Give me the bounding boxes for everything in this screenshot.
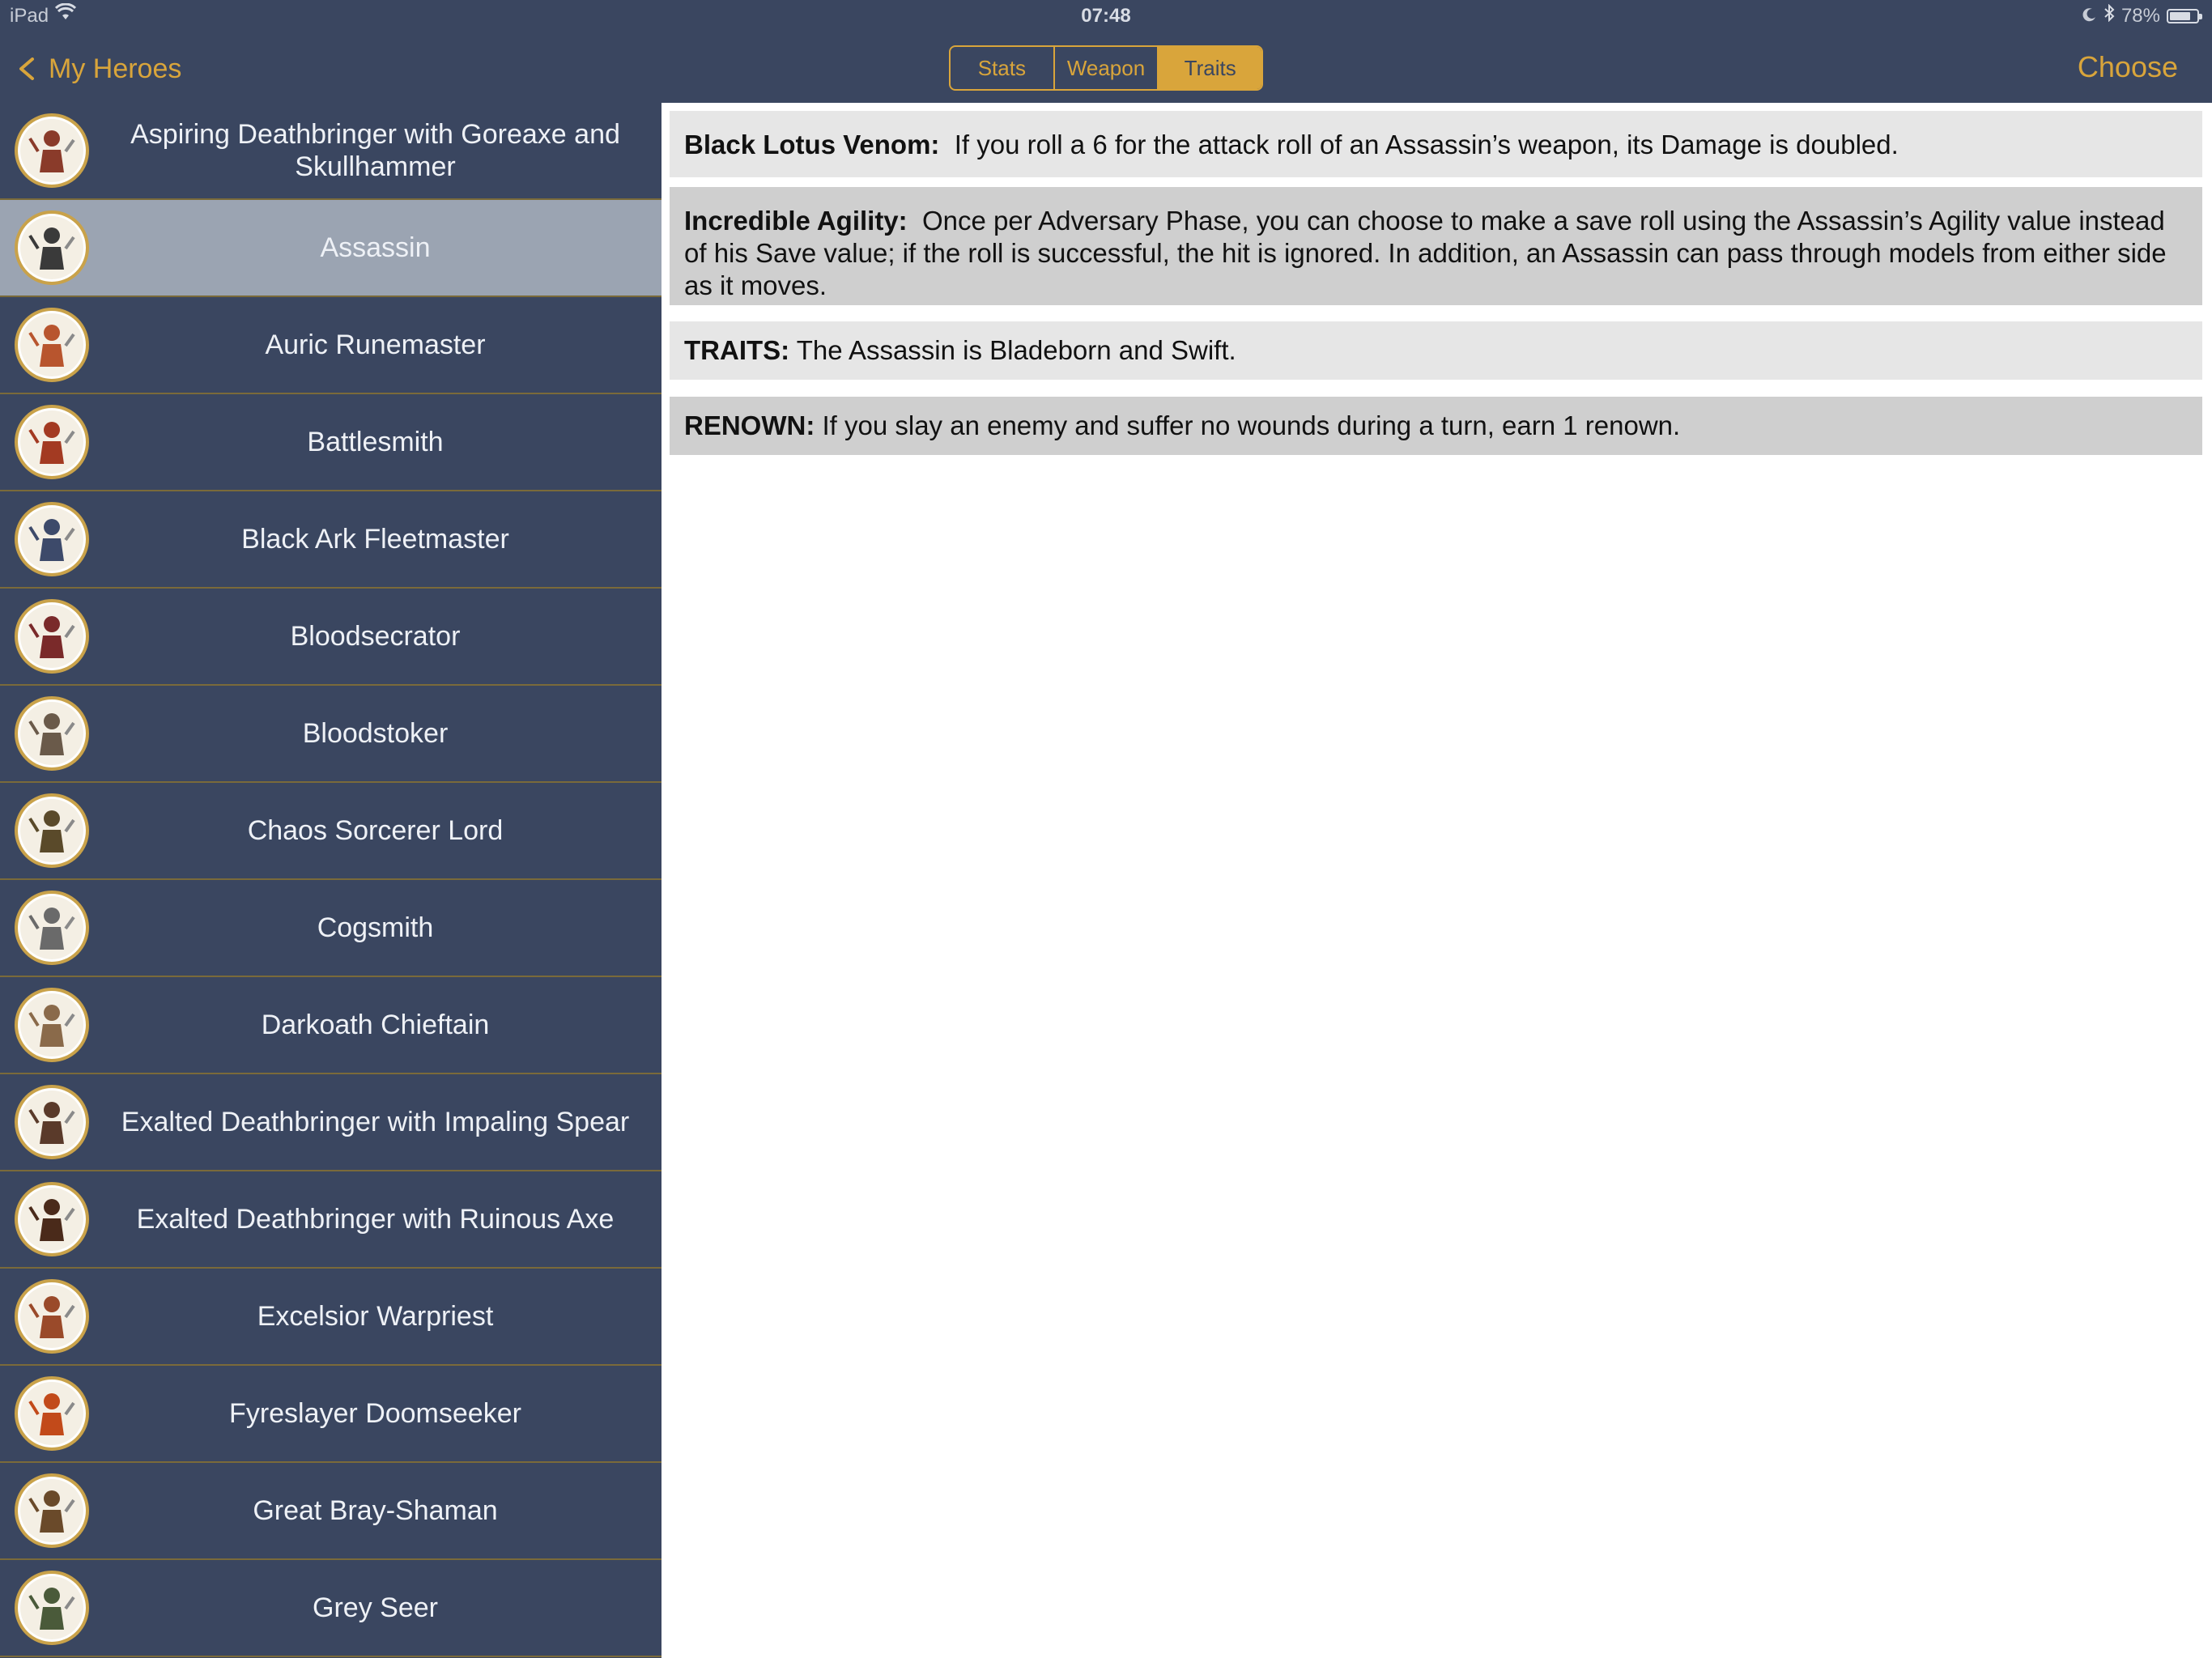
- hero-portrait-icon: [15, 1182, 89, 1256]
- bluetooth-icon: [2104, 3, 2115, 28]
- hero-name: Exalted Deathbringer with Impaling Spear: [121, 1107, 630, 1137]
- chevron-left-icon: [19, 57, 34, 80]
- tab-traits[interactable]: Traits: [1159, 47, 1261, 89]
- app-window: iPad 07:48 78% My Heroes Stats Weapon Tr…: [0, 0, 2212, 1658]
- hero-row[interactable]: Black Ark Fleetmaster: [0, 491, 661, 589]
- trait-renown: RENOWN: If you slay an enemy and suffer …: [670, 397, 2202, 455]
- hero-name: Cogsmith: [317, 912, 434, 943]
- hero-portrait-icon: [15, 405, 89, 479]
- hero-name: Aspiring Deathbringer with Goreaxe and S…: [130, 119, 620, 182]
- hero-name: Battlesmith: [307, 427, 444, 457]
- hero-name: Bloodsecrator: [290, 621, 461, 652]
- hero-row[interactable]: Grey Seer: [0, 1560, 661, 1657]
- navigation-bar: iPad 07:48 78% My Heroes Stats Weapon Tr…: [0, 0, 2212, 103]
- hero-row[interactable]: Auric Runemaster: [0, 297, 661, 394]
- hero-row[interactable]: Cogsmith: [0, 880, 661, 977]
- status-bar: iPad 07:48 78%: [0, 0, 2212, 32]
- trait-keywords: TRAITS: The Assassin is Bladeborn and Sw…: [670, 321, 2202, 380]
- hero-portrait-icon: [15, 696, 89, 771]
- trait-black-lotus-venom: Black Lotus Venom: If you roll a 6 for t…: [670, 111, 2202, 177]
- traits-panel: Black Lotus Venom: If you roll a 6 for t…: [661, 103, 2212, 1658]
- hero-portrait-icon: [15, 1473, 89, 1548]
- hero-name: Exalted Deathbringer with Ruinous Axe: [136, 1204, 615, 1235]
- hero-portrait-icon: [15, 1279, 89, 1354]
- hero-row[interactable]: Assassin: [0, 200, 661, 297]
- hero-portrait-icon: [15, 599, 89, 674]
- battery-icon: [2167, 8, 2202, 23]
- hero-name: Chaos Sorcerer Lord: [247, 815, 504, 846]
- hero-row[interactable]: Darkoath Chieftain: [0, 977, 661, 1074]
- hero-row[interactable]: Battlesmith: [0, 394, 661, 491]
- tab-weapon[interactable]: Weapon: [1055, 47, 1159, 89]
- hero-portrait-icon: [15, 1376, 89, 1451]
- hero-name: Darkoath Chieftain: [261, 1010, 490, 1040]
- trait-title: Incredible Agility:: [684, 206, 908, 236]
- trait-incredible-agility: Incredible Agility: Once per Adversary P…: [670, 177, 2202, 305]
- hero-row[interactable]: Bloodsecrator: [0, 589, 661, 686]
- hero-portrait-icon: [15, 210, 89, 285]
- hero-row[interactable]: Fyreslayer Doomseeker: [0, 1366, 661, 1463]
- hero-name: Auric Runemaster: [265, 329, 486, 360]
- trait-title: Black Lotus Venom:: [684, 130, 940, 159]
- hero-portrait-icon: [15, 988, 89, 1062]
- hero-row[interactable]: Chaos Sorcerer Lord: [0, 783, 661, 880]
- trait-title: TRAITS:: [684, 335, 790, 365]
- hero-name: Black Ark Fleetmaster: [241, 524, 509, 555]
- hero-row[interactable]: Great Bray-Shaman: [0, 1463, 661, 1560]
- back-button-label: My Heroes: [49, 53, 182, 84]
- hero-portrait-icon: [15, 113, 89, 188]
- trait-text: If you roll a 6 for the attack roll of a…: [954, 130, 1899, 159]
- hero-row[interactable]: Exalted Deathbringer with Ruinous Axe: [0, 1171, 661, 1269]
- hero-portrait-icon: [15, 502, 89, 576]
- hero-name: Grey Seer: [313, 1592, 438, 1623]
- trait-text: The Assassin is Bladeborn and Swift.: [796, 335, 1236, 365]
- trait-title: RENOWN:: [684, 410, 815, 440]
- hero-row[interactable]: Excelsior Warpriest: [0, 1269, 661, 1366]
- hero-row[interactable]: Bloodstoker: [0, 686, 661, 783]
- clock: 07:48: [1081, 5, 1131, 27]
- hero-row[interactable]: Exalted Deathbringer with Impaling Spear: [0, 1074, 661, 1171]
- battery-percent: 78%: [2121, 4, 2160, 27]
- hero-portrait-icon: [15, 793, 89, 868]
- tab-switcher: Stats Weapon Traits: [949, 45, 1263, 91]
- hero-row[interactable]: Aspiring Deathbringer with Goreaxe and S…: [0, 103, 661, 200]
- hero-portrait-icon: [15, 1085, 89, 1159]
- tab-stats[interactable]: Stats: [951, 47, 1055, 89]
- choose-button[interactable]: Choose: [2078, 50, 2178, 84]
- hero-name: Fyreslayer Doomseeker: [229, 1398, 521, 1429]
- hero-portrait-icon: [15, 1571, 89, 1645]
- moon-icon: [2082, 5, 2097, 28]
- hero-portrait-icon: [15, 308, 89, 382]
- hero-name: Great Bray-Shaman: [253, 1495, 498, 1526]
- status-right: 78%: [2082, 3, 2202, 28]
- hero-name: Bloodstoker: [302, 718, 449, 749]
- hero-name: Assassin: [320, 232, 431, 263]
- hero-name: Excelsior Warpriest: [257, 1301, 494, 1332]
- hero-list: Aspiring Deathbringer with Goreaxe and S…: [0, 103, 661, 1658]
- trait-text: If you slay an enemy and suffer no wound…: [822, 410, 1681, 440]
- hero-portrait-icon: [15, 891, 89, 965]
- back-button[interactable]: My Heroes: [16, 49, 181, 89]
